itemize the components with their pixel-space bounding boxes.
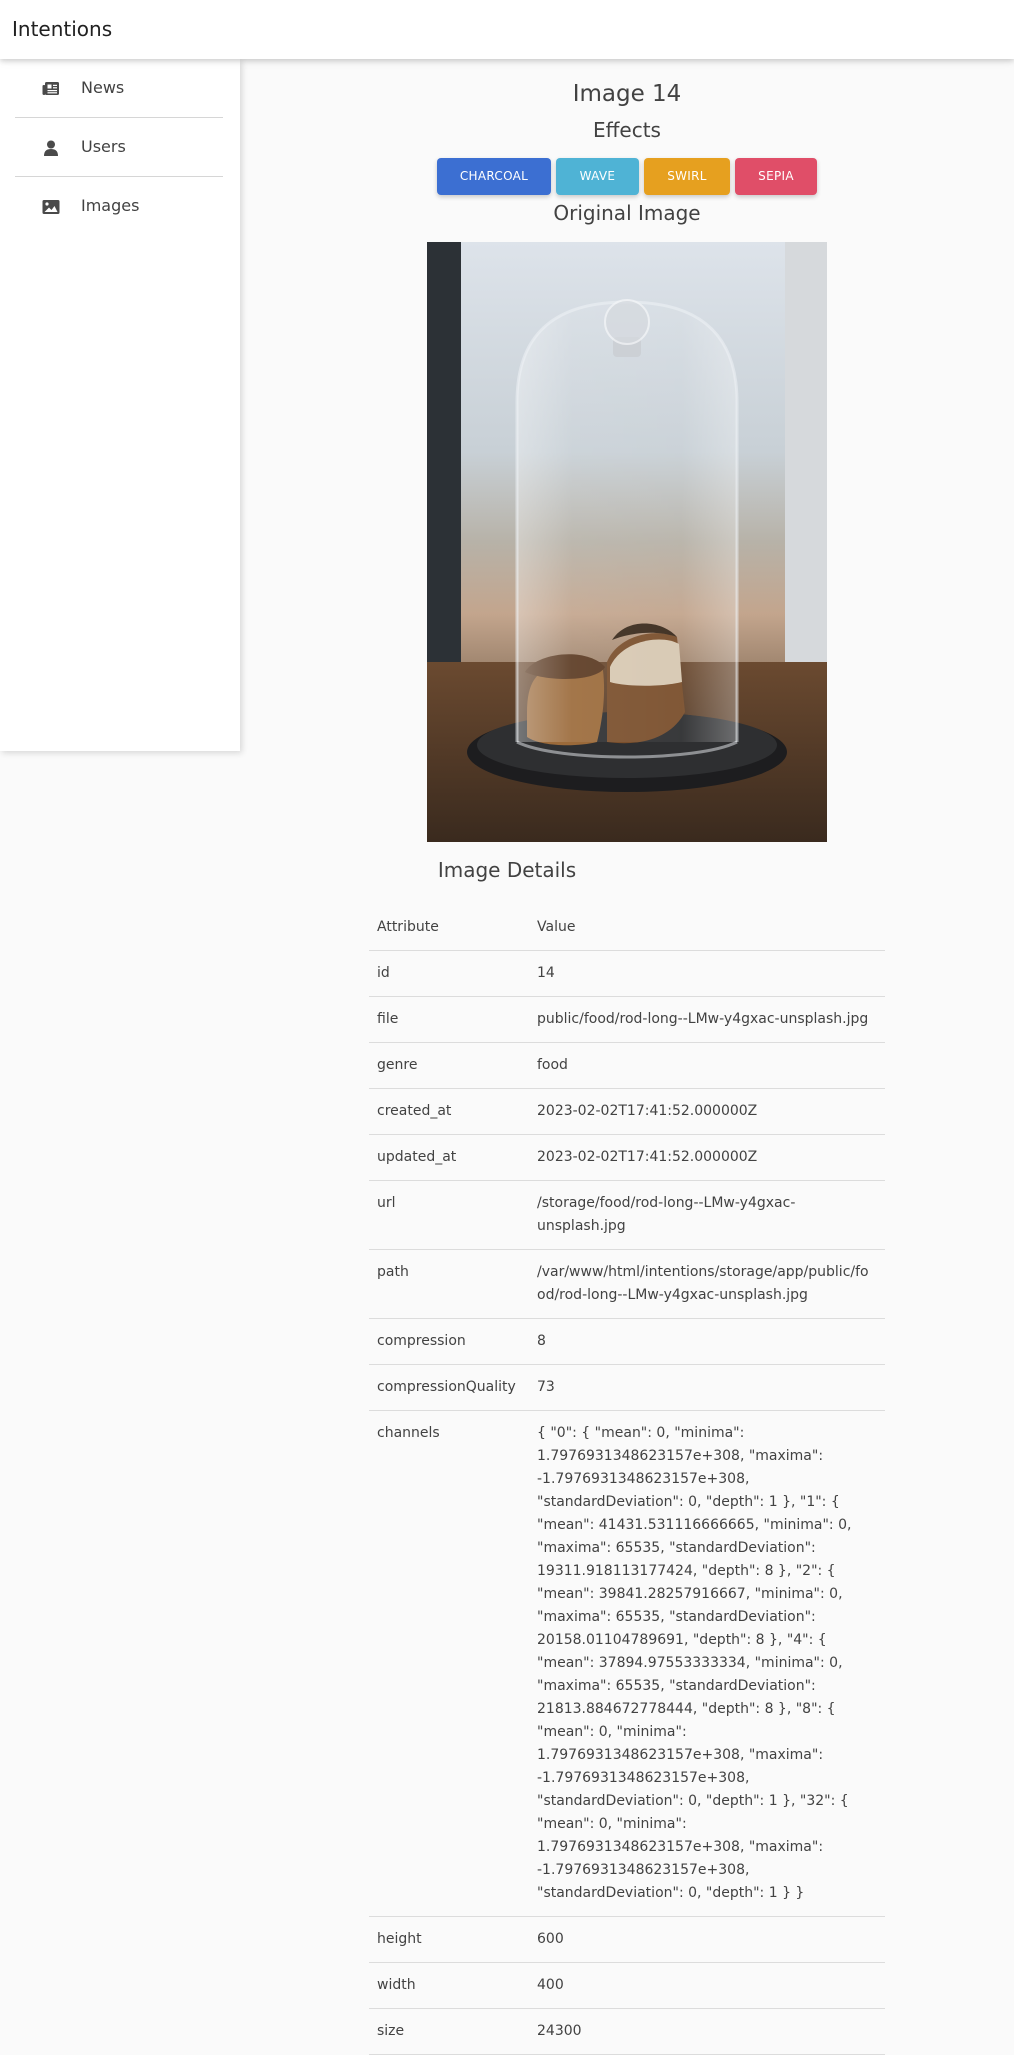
- table-row: size 24300: [369, 2008, 885, 2055]
- attribute-cell: compressionQuality: [369, 1364, 529, 1411]
- value-cell: 2023-02-02T17:41:52.000000Z: [529, 1088, 885, 1135]
- sepia-button[interactable]: SEPIA: [735, 158, 817, 195]
- swirl-button[interactable]: SWIRL: [644, 158, 730, 195]
- image-details-table: Attribute Value id 14 file public/food/r…: [369, 905, 885, 2055]
- attribute-cell: size: [369, 2008, 529, 2055]
- newspaper-icon: [42, 82, 59, 95]
- top-app-bar: Intentions: [0, 0, 1014, 59]
- table-row: file public/food/rod-long--LMw-y4gxac-un…: [369, 996, 885, 1043]
- value-cell: 400: [529, 1962, 885, 2009]
- table-row: channels { "0": { "mean": 0, "minima": 1…: [369, 1410, 885, 1917]
- value-cell: 14: [529, 950, 885, 997]
- attribute-cell: url: [369, 1180, 529, 1250]
- attribute-cell: file: [369, 996, 529, 1043]
- table-header-row: Attribute Value: [369, 905, 885, 951]
- table-row: compressionQuality 73: [369, 1364, 885, 1411]
- attribute-cell: compression: [369, 1318, 529, 1365]
- attribute-cell: channels: [369, 1410, 529, 1917]
- header-attribute: Attribute: [369, 905, 529, 951]
- table-row: genre food: [369, 1042, 885, 1089]
- value-cell: /storage/food/rod-long--LMw-y4gxac-unspl…: [529, 1180, 885, 1250]
- original-image: [427, 242, 827, 842]
- sidebar-item-users[interactable]: Users: [15, 118, 223, 177]
- table-row: path /var/www/html/intentions/storage/ap…: [369, 1249, 885, 1319]
- sidebar-item-label: News: [81, 78, 125, 97]
- attribute-cell: path: [369, 1249, 529, 1319]
- attribute-cell: width: [369, 1962, 529, 2009]
- table-row: created_at 2023-02-02T17:41:52.000000Z: [369, 1088, 885, 1135]
- image-icon: [42, 200, 60, 214]
- value-cell: 73: [529, 1364, 885, 1411]
- value-cell: 600: [529, 1916, 885, 1963]
- value-cell: 2023-02-02T17:41:52.000000Z: [529, 1134, 885, 1181]
- table-row: url /storage/food/rod-long--LMw-y4gxac-u…: [369, 1180, 885, 1250]
- image-details-heading: Image Details: [437, 858, 577, 882]
- value-cell: public/food/rod-long--LMw-y4gxac-unsplas…: [529, 996, 885, 1043]
- effects-heading: Effects: [593, 118, 661, 142]
- user-icon: [44, 140, 58, 156]
- sidebar-item-news[interactable]: News: [15, 59, 223, 118]
- charcoal-button[interactable]: CHARCOAL: [437, 158, 551, 195]
- attribute-cell: updated_at: [369, 1134, 529, 1181]
- attribute-cell: id: [369, 950, 529, 997]
- attribute-cell: genre: [369, 1042, 529, 1089]
- table-row: updated_at 2023-02-02T17:41:52.000000Z: [369, 1134, 885, 1181]
- header-value: Value: [529, 905, 885, 951]
- sidebar: News Users Images: [0, 59, 240, 751]
- table-row: compression 8: [369, 1318, 885, 1365]
- table-row: id 14: [369, 950, 885, 997]
- sidebar-item-images[interactable]: Images: [15, 177, 223, 235]
- value-cell: 24300: [529, 2008, 885, 2055]
- value-cell: /var/www/html/intentions/storage/app/pub…: [529, 1249, 885, 1319]
- sidebar-item-label: Images: [81, 196, 140, 215]
- sidebar-item-label: Users: [81, 137, 126, 156]
- attribute-cell: height: [369, 1916, 529, 1963]
- page-title: Image 14: [572, 81, 682, 107]
- wave-button[interactable]: WAVE: [556, 158, 639, 195]
- app-title[interactable]: Intentions: [12, 17, 112, 41]
- value-cell: food: [529, 1042, 885, 1089]
- value-cell: { "0": { "mean": 0, "minima": 1.79769313…: [529, 1410, 885, 1917]
- table-row: width 400: [369, 1962, 885, 2009]
- value-cell: 8: [529, 1318, 885, 1365]
- table-row: height 600: [369, 1916, 885, 1963]
- attribute-cell: created_at: [369, 1088, 529, 1135]
- original-image-heading: Original Image: [553, 201, 701, 225]
